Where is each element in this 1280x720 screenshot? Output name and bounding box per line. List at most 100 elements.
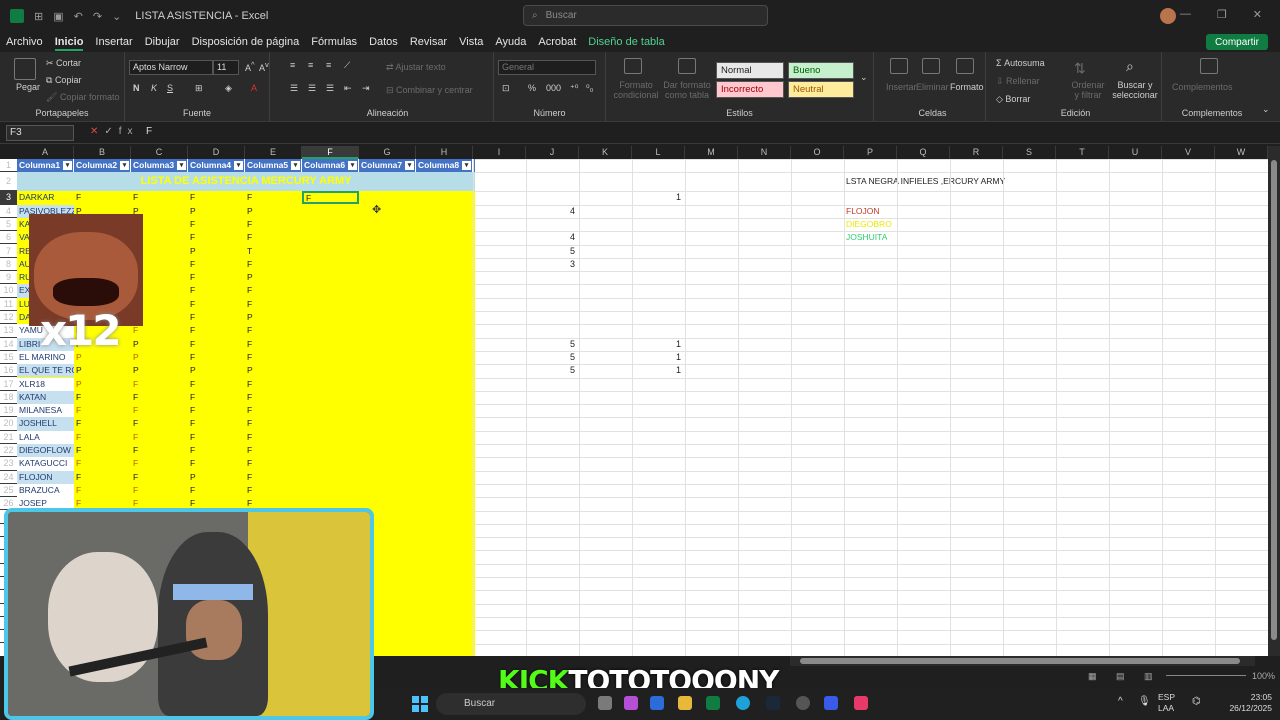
save-icon[interactable]: ▣ — [53, 10, 63, 23]
page-break-icon[interactable]: ▥ — [1144, 671, 1153, 682]
indent-decrease-icon[interactable]: ⇤ — [344, 83, 352, 94]
column-header-s[interactable]: S — [1003, 146, 1056, 159]
excel-taskbar-icon[interactable] — [706, 696, 720, 710]
column-header-e[interactable]: E — [245, 146, 302, 159]
row-header[interactable]: 18 — [0, 391, 17, 405]
tab-inicio[interactable]: Inicio — [54, 36, 83, 51]
table-header-cell[interactable]: Columna8 ▾ — [416, 159, 473, 172]
attendance-cell[interactable]: F — [76, 392, 81, 402]
attendance-cell[interactable]: F — [190, 259, 195, 269]
attendance-cell[interactable]: F — [247, 392, 252, 402]
name-cell[interactable]: DIEGOFLOW — [17, 444, 74, 458]
count-cell[interactable]: 4 — [555, 206, 575, 216]
count-cell[interactable]: 4 — [555, 232, 575, 242]
fx-icon[interactable]: fx — [119, 126, 139, 137]
format-painter-button[interactable]: 🖌 Copiar formato — [46, 92, 119, 103]
align-bottom-icon[interactable]: ≡ — [326, 60, 331, 70]
row-header[interactable]: 7 — [0, 245, 17, 258]
tab-insertar[interactable]: Insertar — [95, 36, 132, 48]
close-button[interactable]: ✕ — [1253, 8, 1262, 21]
row-header[interactable]: 6 — [0, 231, 17, 245]
blacklist-name-cell[interactable]: JOSHUITA — [846, 232, 887, 242]
count-cell[interactable]: 1 — [661, 192, 681, 202]
attendance-cell[interactable]: F — [76, 418, 81, 428]
column-header-r[interactable]: R — [950, 146, 1003, 159]
attendance-cell[interactable]: P — [247, 272, 253, 282]
attendance-cell[interactable]: F — [76, 445, 81, 455]
find-icon[interactable]: ⌕ — [1126, 58, 1134, 75]
font-size-select[interactable]: 11 — [213, 60, 239, 75]
attendance-cell[interactable]: F — [133, 405, 138, 415]
column-header-i[interactable]: I — [473, 146, 526, 159]
attendance-cell[interactable]: F — [247, 445, 252, 455]
attendance-cell[interactable]: F — [247, 192, 252, 202]
attendance-cell[interactable]: F — [247, 285, 252, 295]
attendance-cell[interactable]: F — [190, 392, 195, 402]
thousands-icon[interactable]: 000 — [546, 83, 561, 93]
align-middle-icon[interactable]: ≡ — [308, 60, 313, 70]
formula-input[interactable]: F — [146, 126, 152, 137]
row-header[interactable]: 1 — [0, 159, 17, 173]
row-header[interactable]: 10 — [0, 284, 17, 298]
minimize-button[interactable]: — — [1180, 8, 1191, 21]
copy-button[interactable]: ⧉ Copiar — [46, 75, 81, 86]
row-header[interactable]: 2 — [0, 172, 17, 192]
attendance-cell[interactable]: F — [190, 285, 195, 295]
count-cell[interactable]: 5 — [555, 352, 575, 362]
column-header-q[interactable]: Q — [897, 146, 950, 159]
cancel-icon[interactable]: ✕ — [90, 126, 104, 137]
row-header[interactable]: 9 — [0, 271, 17, 285]
tab-ayuda[interactable]: Ayuda — [495, 36, 526, 48]
count-cell[interactable]: 1 — [661, 352, 681, 362]
filter-dropdown-icon[interactable]: ▾ — [120, 161, 129, 170]
sort-filter-button[interactable]: Ordenar y filtrar — [1068, 80, 1108, 100]
styles-more-icon[interactable]: ⌄ — [860, 72, 868, 83]
column-header-p[interactable]: P — [844, 146, 897, 159]
attendance-cell[interactable]: F — [76, 432, 81, 442]
number-format-select[interactable]: General — [498, 60, 596, 75]
indent-increase-icon[interactable]: ⇥ — [362, 83, 370, 94]
row-header[interactable]: 15 — [0, 351, 17, 365]
font-grow-icon[interactable]: A^ — [245, 60, 255, 73]
attendance-cell[interactable]: F — [247, 458, 252, 468]
attendance-cell[interactable]: F — [76, 472, 81, 482]
decimal-increase-icon[interactable]: ⁺⁰ — [570, 83, 578, 94]
windows-start-icon[interactable] — [412, 696, 428, 712]
attendance-cell[interactable]: F — [190, 405, 195, 415]
attendance-cell[interactable]: F — [133, 472, 138, 482]
format-cells-button[interactable]: Formato — [950, 82, 984, 92]
search-box[interactable]: ⌕ Buscar — [523, 5, 768, 26]
attendance-cell[interactable]: F — [190, 458, 195, 468]
selected-cell[interactable]: F — [302, 191, 359, 205]
format-as-table-button[interactable]: Dar formato como tabla — [662, 80, 712, 100]
attendance-cell[interactable]: P — [247, 206, 253, 216]
attendance-cell[interactable]: P — [247, 312, 253, 322]
taskbar-search[interactable]: Buscar — [436, 693, 586, 715]
column-header-t[interactable]: T — [1056, 146, 1109, 159]
row-header[interactable]: 4 — [0, 205, 17, 218]
column-header-h[interactable]: H — [416, 146, 473, 159]
column-header-j[interactable]: J — [526, 146, 579, 159]
style-bad[interactable]: Incorrecto — [716, 81, 784, 98]
style-good[interactable]: Bueno — [788, 62, 854, 79]
microphone-icon[interactable]: 🎙 — [1138, 696, 1151, 707]
count-cell[interactable]: 1 — [661, 339, 681, 349]
attendance-cell[interactable]: F — [247, 339, 252, 349]
steam-icon[interactable] — [766, 696, 780, 710]
attendance-cell[interactable]: F — [247, 259, 252, 269]
attendance-cell[interactable]: F — [133, 485, 138, 495]
attendance-cell[interactable]: F — [247, 498, 252, 508]
attendance-cell[interactable]: F — [247, 232, 252, 242]
name-box[interactable]: F3 — [6, 125, 74, 141]
task-view-icon[interactable] — [598, 696, 612, 710]
count-cell[interactable]: 3 — [555, 259, 575, 269]
attendance-cell[interactable]: F — [76, 458, 81, 468]
row-header[interactable]: 16 — [0, 364, 17, 378]
name-cell[interactable]: BRAZUCA — [17, 483, 74, 498]
vertical-scrollbar[interactable] — [1268, 146, 1280, 656]
name-cell[interactable]: EL QUE TE ROMPE — [17, 364, 74, 378]
attendance-cell[interactable]: F — [190, 299, 195, 309]
enter-icon[interactable]: ✓ — [104, 126, 118, 137]
attendance-cell[interactable]: P — [76, 365, 82, 375]
attendance-cell[interactable]: F — [190, 192, 195, 202]
